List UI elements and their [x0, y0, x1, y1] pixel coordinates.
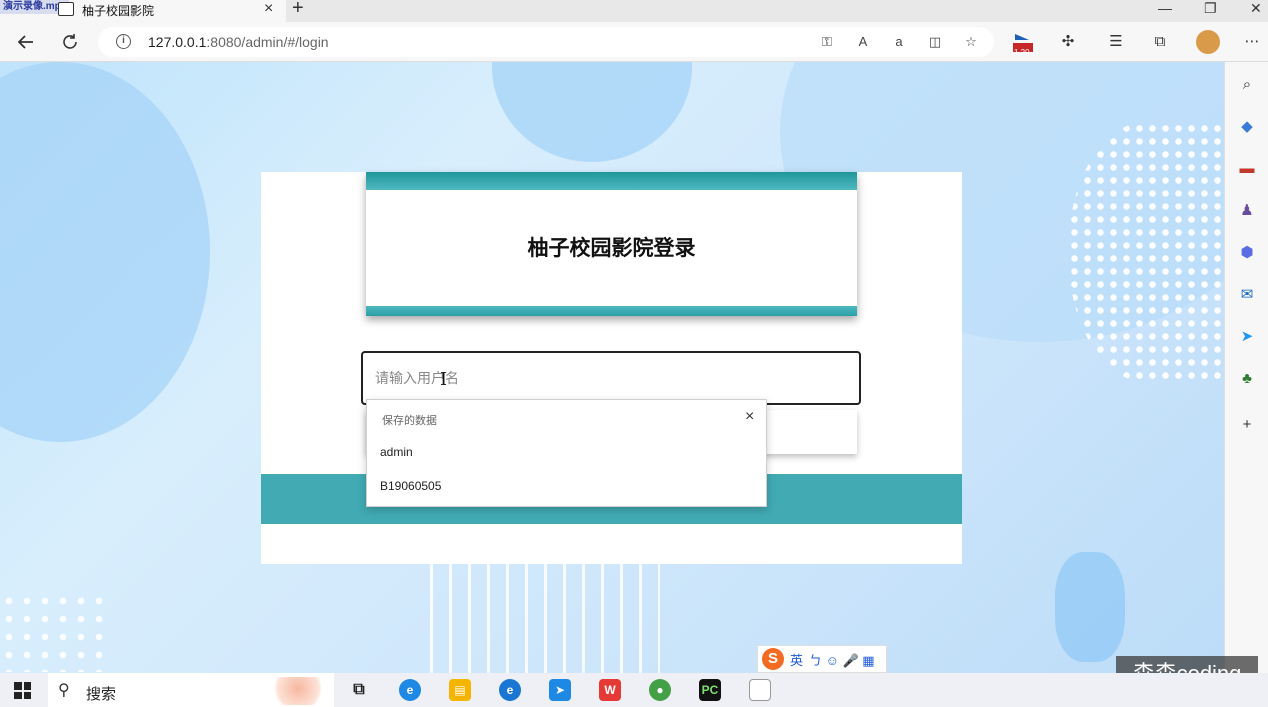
- background-line-pattern: [430, 562, 660, 673]
- background-circle: [0, 62, 210, 442]
- url-field[interactable]: i 127.0.0.1:8080/admin/#/login ⚿ A a ◫ ☆: [98, 27, 994, 57]
- address-bar-row: i 127.0.0.1:8080/admin/#/login ⚿ A a ◫ ☆…: [0, 22, 1268, 62]
- taskbar-search[interactable]: ⚲ 搜索: [48, 673, 334, 707]
- pycharm-icon[interactable]: PC: [699, 679, 721, 701]
- site-info-icon[interactable]: i: [116, 34, 131, 49]
- close-icon[interactable]: ×: [745, 408, 754, 426]
- ime-toolbar[interactable]: S 英 ㄅ ☺ 🎤 ▦: [757, 645, 887, 673]
- office-icon[interactable]: ⬢: [1236, 242, 1258, 264]
- edge-sidebar: ⌕ ◆ ▬ ♟ ⬢ ✉ ➤ ♣ +: [1224, 62, 1268, 673]
- key-icon[interactable]: ⚿: [818, 33, 836, 51]
- search-highlight-image: [268, 677, 328, 705]
- ime-tool-icons[interactable]: ㄅ ☺ 🎤 ▦: [809, 650, 875, 669]
- split-screen-icon[interactable]: ◫: [926, 33, 944, 51]
- search-icon[interactable]: ⌕: [1236, 74, 1258, 96]
- restore-button[interactable]: ❐: [1204, 0, 1217, 17]
- page-background: 柚子校园影院登录 I: [0, 62, 1224, 673]
- login-heading: 柚子校园影院登录: [527, 237, 696, 260]
- refresh-button[interactable]: [58, 30, 82, 54]
- tab-close-icon[interactable]: ×: [264, 0, 273, 18]
- profile-avatar[interactable]: [1196, 30, 1220, 54]
- search-icon: ⚲: [58, 682, 70, 699]
- extensions-puzzle-icon[interactable]: ✣: [1058, 32, 1078, 52]
- close-window-button[interactable]: ✕: [1250, 0, 1262, 17]
- windows-start-icon[interactable]: [14, 682, 31, 699]
- text-cursor-icon: I: [440, 369, 448, 390]
- games-icon[interactable]: ♟: [1236, 200, 1258, 222]
- feishu-icon[interactable]: ➤: [549, 679, 571, 701]
- ie-browser-icon[interactable]: e: [399, 679, 421, 701]
- minimize-button[interactable]: —: [1158, 0, 1172, 16]
- refresh-icon: [63, 34, 77, 49]
- title-bar: 演示录像.mp4 柚子校园影院 × + — ❐ ✕: [0, 0, 1268, 22]
- title-top-bar: [366, 172, 857, 190]
- translate-icon[interactable]: a: [890, 33, 908, 51]
- autocomplete-dropdown: 保存的数据 × admin B19060505: [366, 399, 767, 507]
- toolbox-icon[interactable]: ▬: [1236, 158, 1258, 180]
- autocomplete-item[interactable]: B19060505: [380, 479, 441, 493]
- ime-language[interactable]: 英: [790, 650, 803, 669]
- file-explorer-icon[interactable]: ▤: [449, 679, 471, 701]
- background-dot-pattern: [0, 592, 110, 672]
- title-bottom-bar: [366, 306, 857, 316]
- add-icon[interactable]: +: [1236, 414, 1258, 436]
- autocomplete-item[interactable]: admin: [380, 445, 413, 459]
- windows-taskbar: ⚲ 搜索 ⧉ e ▤ e ➤ W ● PC: [0, 673, 1268, 707]
- task-view-icon[interactable]: ⧉: [348, 679, 370, 701]
- login-title-box: 柚子校园影院登录: [366, 172, 857, 316]
- username-field[interactable]: I: [361, 351, 861, 405]
- back-button[interactable]: [14, 30, 38, 54]
- favorites-list-icon[interactable]: ☰: [1106, 32, 1126, 52]
- shopping-tag-icon[interactable]: ◆: [1236, 116, 1258, 138]
- extension-badge-text: 1.20: [1014, 48, 1030, 57]
- url-text: 127.0.0.1:8080/admin/#/login: [148, 34, 329, 50]
- page-favicon-icon: [58, 2, 74, 16]
- new-tab-button[interactable]: +: [292, 0, 304, 20]
- outlook-icon[interactable]: ✉: [1236, 284, 1258, 306]
- more-menu-icon[interactable]: ⋯: [1242, 32, 1262, 52]
- tab-title: 柚子校园影院: [82, 4, 155, 18]
- taskbar-search-label: 搜索: [86, 686, 117, 703]
- background-circle: [1055, 552, 1125, 662]
- autocomplete-header: 保存的数据: [382, 415, 437, 427]
- wechat-icon[interactable]: ●: [649, 679, 671, 701]
- background-circle: [492, 62, 692, 162]
- collections-icon[interactable]: ⧉: [1150, 32, 1170, 52]
- favorite-star-icon[interactable]: ☆: [962, 33, 980, 51]
- extension-badge-button[interactable]: 1.20: [1012, 32, 1033, 57]
- tree-icon[interactable]: ♣: [1236, 368, 1258, 390]
- back-arrow-icon: [17, 35, 33, 49]
- background-dot-pattern: [1068, 122, 1224, 382]
- wps-office-icon[interactable]: W: [599, 679, 621, 701]
- edge-browser-icon[interactable]: e: [499, 679, 521, 701]
- send-icon[interactable]: ➤: [1236, 326, 1258, 348]
- read-aloud-icon[interactable]: A: [854, 33, 872, 51]
- browser-tab[interactable]: 演示录像.mp4 柚子校园影院 ×: [0, 0, 286, 22]
- blank-document-icon[interactable]: [749, 679, 771, 701]
- sogou-logo-icon: S: [762, 648, 784, 670]
